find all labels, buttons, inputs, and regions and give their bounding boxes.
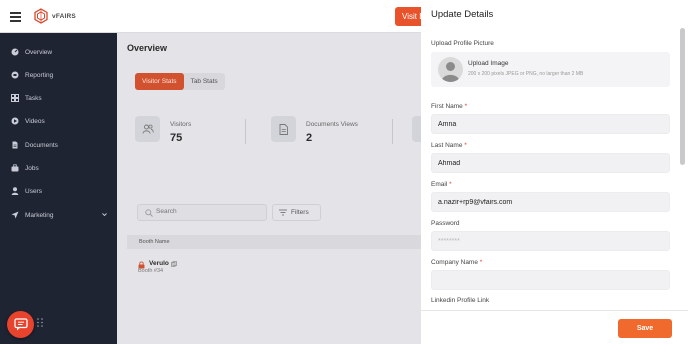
- linkedin-profile-link-label: Linkedin Profile Link: [431, 297, 490, 304]
- tasks-icon: [11, 94, 19, 102]
- avatar-placeholder: [438, 57, 463, 82]
- save-button[interactable]: Save: [618, 319, 672, 338]
- drag-handle-icon[interactable]: [37, 318, 43, 327]
- table-header-booth-name: Booth Name: [127, 235, 421, 249]
- play-icon: [11, 117, 19, 125]
- visitors-label: Visitors: [170, 121, 192, 128]
- briefcase-icon: [11, 164, 19, 172]
- document-icon: [279, 123, 288, 135]
- dashboard-icon: [11, 48, 19, 56]
- sidebar-item-users[interactable]: Users: [0, 183, 117, 199]
- email-label: Email *: [431, 181, 452, 188]
- password-field[interactable]: [431, 231, 670, 251]
- email-field[interactable]: [431, 192, 670, 212]
- hamburger-menu-icon[interactable]: [10, 12, 21, 22]
- filters-label: Filters: [291, 209, 309, 216]
- update-details-panel: Update Details Upload Profile Picture Up…: [421, 0, 688, 344]
- upload-image-dropzone[interactable]: Upload Image 200 x 200 pixels JPEG or PN…: [431, 52, 670, 87]
- search-icon: [145, 209, 153, 217]
- main-content: Overview Visitor Stats Tab Stats Visitor…: [117, 33, 421, 344]
- sidebar-item-label: Overview: [25, 48, 53, 56]
- sidebar-item-label: Tasks: [25, 94, 42, 102]
- logo-hexagon-icon: [34, 8, 48, 24]
- stat-divider: [392, 119, 393, 144]
- user-icon: [11, 187, 19, 195]
- send-icon: [11, 211, 19, 219]
- sidebar-item-label: Videos: [25, 117, 45, 125]
- modal-scrollbar[interactable]: [680, 28, 685, 165]
- documents-views-label: Documents Views: [306, 121, 358, 128]
- sidebar-item-tasks[interactable]: Tasks: [0, 90, 117, 106]
- chat-button[interactable]: [7, 311, 34, 338]
- filter-icon: [279, 209, 287, 216]
- password-label: Password: [431, 220, 460, 227]
- page-title: Overview: [127, 43, 168, 53]
- documents-views-value: 2: [306, 132, 313, 144]
- search-box[interactable]: [137, 204, 267, 221]
- visitors-value: 75: [170, 132, 183, 144]
- sidebar-item-label: Documents: [25, 141, 58, 149]
- sidebar: Overview Reporting Tasks Videos Document…: [0, 33, 117, 344]
- sidebar-item-label: Reporting: [25, 71, 54, 79]
- sidebar-item-marketing[interactable]: Marketing: [0, 207, 117, 223]
- stat-divider: [245, 119, 246, 144]
- upload-image-hint: 200 x 200 pixels JPEG or PNG, no larger …: [468, 71, 584, 77]
- sidebar-item-documents[interactable]: Documents: [0, 137, 117, 153]
- sidebar-item-jobs[interactable]: Jobs: [0, 160, 117, 176]
- logo-text: vFAIRS: [52, 12, 76, 20]
- sidebar-item-label: Marketing: [25, 211, 54, 219]
- copy-icon[interactable]: [171, 261, 177, 267]
- chat-icon: [13, 318, 28, 331]
- upload-image-title: Upload Image: [468, 60, 509, 67]
- users-icon: [142, 124, 154, 134]
- booth-name: Verulo: [149, 260, 169, 267]
- reporting-icon: [11, 71, 19, 79]
- company-name-field[interactable]: [431, 270, 670, 290]
- company-name-label: Company Name *: [431, 259, 483, 266]
- tab-visitor-stats[interactable]: Visitor Stats: [135, 73, 184, 90]
- stat-box-partial: [412, 116, 421, 142]
- first-name-field[interactable]: [431, 114, 670, 134]
- stats-card: Visitors 75 Documents Views 2: [132, 116, 421, 154]
- visitors-stat-box: [135, 116, 160, 142]
- vfairs-logo: vFAIRS: [34, 8, 76, 24]
- sidebar-item-overview[interactable]: Overview: [0, 44, 117, 60]
- modal-footer: Save: [421, 310, 688, 344]
- tab-tab-stats[interactable]: Tab Stats: [184, 73, 225, 90]
- documents-stat-box: [271, 116, 296, 142]
- sidebar-item-label: Users: [25, 187, 42, 195]
- chevron-down-icon: [102, 213, 107, 217]
- modal-title: Update Details: [431, 9, 494, 20]
- document-icon: [11, 141, 19, 149]
- filters-button[interactable]: Filters: [272, 204, 321, 221]
- default-avatar-icon: [441, 62, 460, 82]
- search-input[interactable]: [156, 208, 256, 215]
- sidebar-item-reporting[interactable]: Reporting: [0, 67, 117, 83]
- stats-tab-group: Visitor Stats Tab Stats: [135, 73, 225, 90]
- booth-number: Booth #34: [138, 268, 164, 274]
- upload-profile-picture-label: Upload Profile Picture: [431, 40, 494, 47]
- last-name-field[interactable]: [431, 153, 670, 173]
- sidebar-item-label: Jobs: [25, 164, 39, 172]
- first-name-label: First Name *: [431, 103, 468, 110]
- last-name-label: Last Name *: [431, 142, 467, 149]
- sidebar-item-videos[interactable]: Videos: [0, 113, 117, 129]
